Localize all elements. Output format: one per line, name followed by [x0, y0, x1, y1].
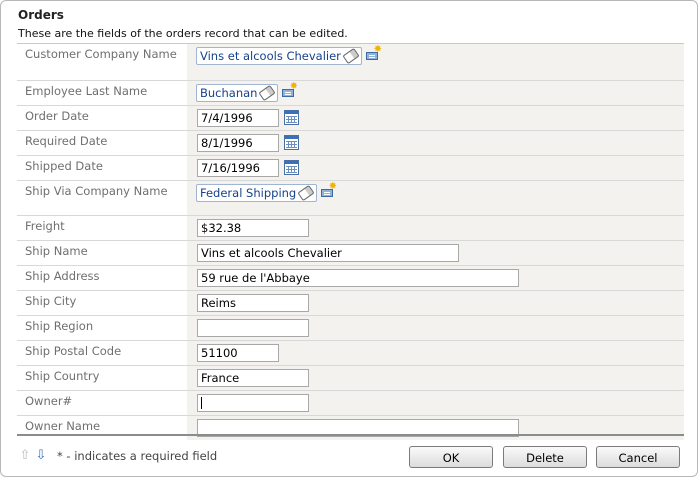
- field-value-cell: Buchanan ✸: [187, 81, 684, 105]
- ship-address-input[interactable]: 59 rue de l'Abbaye: [197, 269, 519, 287]
- field-value-cell: Vins et alcools Chevalier ✸: [187, 44, 684, 80]
- field-label: Ship Via Company Name: [17, 181, 186, 215]
- field-row-owner-number: Owner#: [17, 391, 684, 416]
- field-row-shipped-date: Shipped Date 7/16/1996: [17, 156, 684, 181]
- field-label: Customer Company Name: [17, 44, 186, 80]
- shipped-date-input[interactable]: 7/16/1996: [197, 159, 279, 177]
- calendar-icon[interactable]: [284, 160, 299, 175]
- ship-postal-code-input[interactable]: 51100: [197, 344, 279, 362]
- order-date-input[interactable]: 7/4/1996: [197, 109, 279, 127]
- field-label: Required Date: [17, 131, 186, 155]
- arrow-down-icon[interactable]: ⇩: [35, 449, 47, 463]
- text-cursor: [201, 397, 202, 409]
- field-row-ship-city: Ship City Reims: [17, 291, 684, 316]
- calendar-icon[interactable]: [284, 110, 299, 125]
- field-value-cell: [187, 416, 684, 440]
- field-value-cell: [187, 316, 684, 340]
- field-label: Owner Name: [17, 416, 186, 440]
- field-value-cell: $32.38: [187, 216, 684, 240]
- field-row-freight: Freight $32.38: [17, 216, 684, 241]
- field-label: Order Date: [17, 106, 186, 130]
- field-row-employee-last-name: Employee Last Name Buchanan ✸: [17, 81, 684, 106]
- customer-company-lookup[interactable]: Vins et alcools Chevalier: [196, 47, 362, 65]
- delete-button[interactable]: Delete: [503, 446, 587, 468]
- field-label: Ship Address: [17, 266, 186, 290]
- field-value-cell: Reims: [187, 291, 684, 315]
- calendar-icon[interactable]: [284, 135, 299, 150]
- field-value-cell: 8/1/1996: [187, 131, 684, 155]
- field-value-cell: [187, 391, 684, 415]
- field-row-required-date: Required Date 8/1/1996: [17, 131, 684, 156]
- field-value-cell: 7/4/1996: [187, 106, 684, 130]
- lookup-value: Buchanan: [200, 86, 258, 100]
- field-value-cell: France: [187, 366, 684, 390]
- eraser-icon[interactable]: [258, 84, 277, 102]
- owner-number-input[interactable]: [197, 394, 309, 412]
- field-label: Shipped Date: [17, 156, 186, 180]
- orders-form-window: Orders These are the fields of the order…: [0, 0, 698, 477]
- required-date-input[interactable]: 8/1/1996: [197, 134, 279, 152]
- field-label: Ship City: [17, 291, 186, 315]
- field-row-owner-name: Owner Name: [17, 416, 684, 440]
- field-row-customer-company-name: Customer Company Name Vins et alcools Ch…: [17, 44, 684, 81]
- ship-country-input[interactable]: France: [197, 369, 309, 387]
- field-label: Ship Name: [17, 241, 186, 265]
- freight-input[interactable]: $32.38: [197, 219, 309, 237]
- record-navigation: ⇧ ⇩: [19, 449, 47, 463]
- field-label: Owner#: [17, 391, 186, 415]
- field-row-ship-postal-code: Ship Postal Code 51100: [17, 341, 684, 366]
- form-fields: Customer Company Name Vins et alcools Ch…: [17, 43, 684, 440]
- form-title: Orders: [18, 8, 64, 22]
- cancel-button[interactable]: Cancel: [596, 446, 680, 468]
- field-label: Employee Last Name: [17, 81, 186, 105]
- field-row-ship-address: Ship Address 59 rue de l'Abbaye: [17, 266, 684, 291]
- new-item-icon[interactable]: ✸: [321, 182, 337, 197]
- eraser-icon[interactable]: [342, 47, 360, 65]
- field-row-ship-region: Ship Region: [17, 316, 684, 341]
- lookup-value: Federal Shipping: [200, 186, 297, 200]
- ship-via-lookup[interactable]: Federal Shipping: [196, 184, 318, 202]
- new-item-icon[interactable]: ✸: [366, 45, 382, 60]
- field-value-cell: 7/16/1996: [187, 156, 684, 180]
- ship-city-input[interactable]: Reims: [197, 294, 309, 312]
- field-value-cell: Vins et alcools Chevalier: [187, 241, 684, 265]
- field-value-cell: 51100: [187, 341, 684, 365]
- ok-button[interactable]: OK: [409, 446, 493, 468]
- field-row-order-date: Order Date 7/4/1996: [17, 106, 684, 131]
- lookup-value: Vins et alcools Chevalier: [200, 49, 341, 63]
- field-row-ship-country: Ship Country France: [17, 366, 684, 391]
- field-value-cell: Federal Shipping ✸: [187, 181, 684, 215]
- field-label: Freight: [17, 216, 186, 240]
- field-label: Ship Postal Code: [17, 341, 186, 365]
- required-field-note: * - indicates a required field: [57, 449, 218, 463]
- ship-name-input[interactable]: Vins et alcools Chevalier: [197, 244, 459, 262]
- form-footer: ⇧ ⇩ * - indicates a required field OK De…: [17, 434, 684, 468]
- arrow-up-icon[interactable]: ⇧: [19, 449, 31, 463]
- employee-lookup[interactable]: Buchanan: [196, 84, 279, 102]
- field-row-ship-via-company-name: Ship Via Company Name Federal Shipping ✸: [17, 181, 684, 216]
- field-label: Ship Region: [17, 316, 186, 340]
- form-description: These are the fields of the orders recor…: [18, 27, 348, 40]
- ship-region-input[interactable]: [197, 319, 309, 337]
- new-item-icon[interactable]: ✸: [282, 82, 298, 97]
- field-value-cell: 59 rue de l'Abbaye: [187, 266, 684, 290]
- field-row-ship-name: Ship Name Vins et alcools Chevalier: [17, 241, 684, 266]
- eraser-icon[interactable]: [297, 184, 315, 202]
- field-label: Ship Country: [17, 366, 186, 390]
